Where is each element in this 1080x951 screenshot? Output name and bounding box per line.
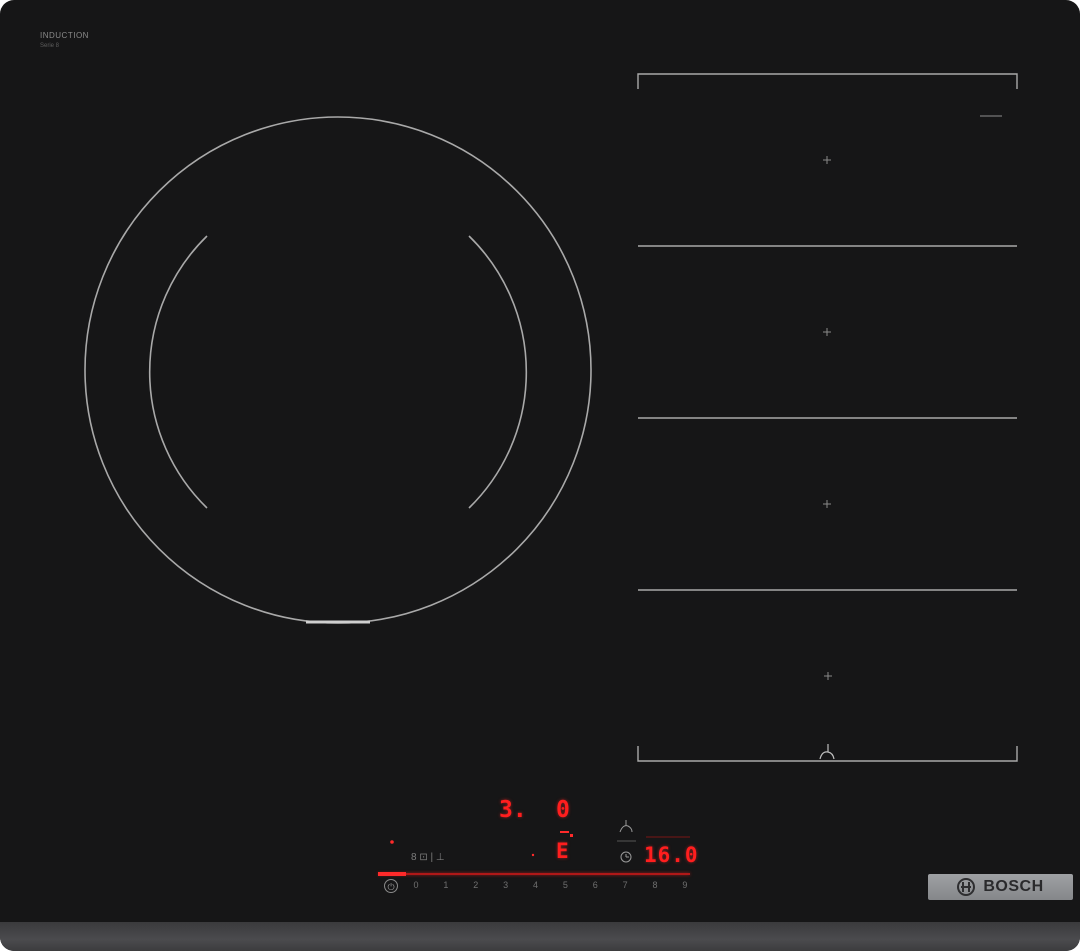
induction-cooktop: INDUCTION Serie 8 3. 0 E 16.0 8 ⊡ | ⊥ ⏻ … (0, 0, 1080, 951)
slider-step[interactable]: 3 (498, 880, 514, 890)
round-zone-outer-ring (84, 116, 592, 624)
slider-step[interactable]: 5 (557, 880, 573, 890)
round-zone-inner-arc-right (468, 235, 528, 509)
bosch-badge: BOSCH (928, 874, 1073, 900)
slider-step[interactable]: 7 (617, 880, 633, 890)
cooking-zones (84, 73, 1018, 863)
slider-step[interactable]: 6 (587, 880, 603, 890)
timer-display: 16.0 (644, 843, 699, 867)
setting-level-display: E (556, 839, 569, 863)
slider-step[interactable]: 4 (528, 880, 544, 890)
power-slider-scale[interactable]: 0 1 2 3 4 5 6 7 8 9 (408, 880, 693, 890)
slider-step[interactable]: 1 (438, 880, 454, 890)
slider-step[interactable]: 0 (408, 880, 424, 890)
bosch-logo-text: BOSCH (983, 878, 1044, 895)
pan-sensor-icon (819, 744, 835, 760)
round-zone-inner-arc-left (148, 235, 208, 509)
slider-step[interactable]: 8 (647, 880, 663, 890)
zone-digit-display: 0 (556, 797, 570, 823)
timer-icon[interactable] (620, 851, 632, 863)
slider-step[interactable]: 9 (677, 880, 693, 890)
power-button[interactable]: ⏻ (384, 879, 398, 893)
flex-zone-top-bracket (637, 73, 1018, 89)
power-level-display: 3. (499, 797, 527, 823)
slider-step[interactable]: 2 (468, 880, 484, 890)
cooktop-frame-edge (0, 922, 1080, 951)
power-slider-active-segment (378, 872, 406, 876)
bosch-logo-icon (957, 878, 976, 896)
zone-select-indicator[interactable]: 8 ⊡ | ⊥ (411, 852, 445, 863)
power-slider-track[interactable] (378, 873, 690, 875)
cooking-sensor-icon[interactable] (619, 820, 633, 833)
